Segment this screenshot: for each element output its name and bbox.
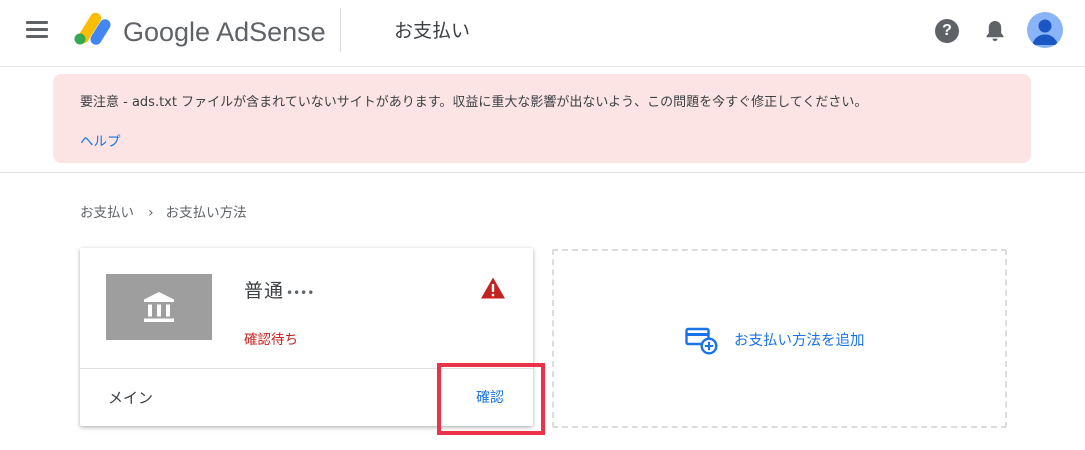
bank-image	[106, 274, 212, 340]
menu-icon[interactable]	[26, 21, 48, 39]
highlight-annotation	[437, 363, 545, 435]
section-divider	[0, 172, 1085, 173]
brand-google: Google	[123, 17, 211, 47]
breadcrumb-item-payments[interactable]: お支払い	[80, 205, 134, 221]
avatar-person-icon	[1032, 19, 1058, 45]
add-payment-label: お支払い方法を追加	[734, 333, 865, 349]
add-payment-method-card[interactable]: お支払い方法を追加	[552, 249, 1007, 428]
add-payment-icon	[685, 327, 718, 355]
bank-icon	[144, 292, 174, 322]
brand-name: Google AdSense	[123, 14, 326, 50]
ads-txt-alert: 要注意 - ads.txt ファイルが含まれていないサイトがあります。収益に重大…	[53, 74, 1031, 163]
warning-icon	[481, 277, 505, 299]
alert-help-link[interactable]: ヘルプ	[80, 130, 121, 150]
account-number-mask: ••••	[286, 286, 315, 300]
breadcrumb: お支払い › お支払い方法	[80, 201, 247, 221]
breadcrumb-item-payment-methods: お支払い方法	[165, 205, 247, 221]
avatar-icon[interactable]	[1027, 12, 1063, 48]
bell-icon[interactable]	[983, 18, 1007, 44]
verification-status: 確認待ち	[244, 332, 298, 348]
chevron-right-icon: ›	[148, 205, 154, 221]
top-app-bar: Google AdSense お支払い ?	[0, 0, 1085, 67]
primary-label: メイン	[108, 389, 154, 407]
header-divider	[340, 8, 341, 52]
account-type: 普通	[244, 280, 285, 302]
adsense-logo-icon[interactable]	[73, 12, 113, 46]
help-icon[interactable]: ?	[935, 19, 959, 43]
page-title: お支払い	[394, 20, 471, 42]
alert-message: 要注意 - ads.txt ファイルが含まれていないサイトがあります。収益に重大…	[80, 95, 868, 110]
account-name: 普通 ••••	[244, 276, 314, 303]
brand-product: AdSense	[216, 17, 326, 47]
